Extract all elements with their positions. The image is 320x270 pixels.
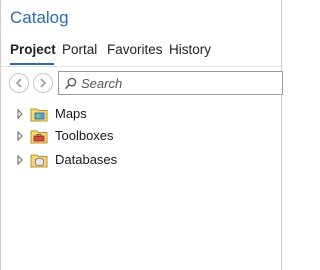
back-arrow-icon — [15, 78, 22, 88]
tab-portal[interactable]: Portal — [62, 42, 97, 57]
tree-item-toolboxes[interactable]: Toolboxes — [1, 125, 283, 147]
catalog-pane: Catalog Project Portal Favorites History — [0, 0, 283, 270]
divider — [1, 66, 283, 67]
tree-item-maps[interactable]: Maps — [1, 103, 283, 125]
tree-item-label: Databases — [55, 152, 118, 167]
search-icon — [59, 72, 81, 94]
tree-item-label: Toolboxes — [55, 128, 114, 143]
maps-folder-icon — [30, 108, 48, 122]
search-input[interactable] — [81, 75, 271, 91]
tree-item-label: Maps — [55, 106, 87, 121]
forward-arrow-icon — [40, 78, 47, 88]
expand-arrow-icon[interactable] — [15, 108, 25, 120]
expand-arrow-icon[interactable] — [15, 154, 25, 166]
back-button[interactable] — [9, 73, 29, 93]
toolbox-folder-icon — [30, 130, 48, 144]
active-tab-indicator — [10, 63, 54, 65]
tab-project[interactable]: Project — [10, 42, 56, 57]
tab-favorites[interactable]: Favorites — [107, 42, 163, 57]
tree-item-databases[interactable]: Databases — [1, 149, 283, 171]
expand-arrow-icon[interactable] — [15, 130, 25, 142]
pane-title: Catalog — [10, 8, 69, 27]
tree-item-styles-visible[interactable] — [1, 172, 283, 194]
database-folder-icon — [30, 154, 48, 168]
tab-history[interactable]: History — [169, 42, 211, 57]
search-box[interactable] — [58, 71, 283, 95]
forward-button[interactable] — [33, 73, 53, 93]
